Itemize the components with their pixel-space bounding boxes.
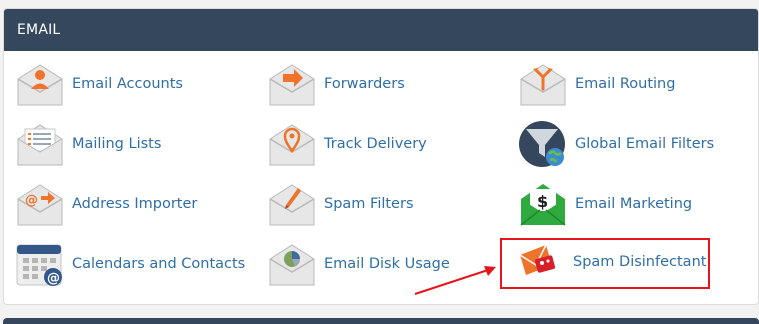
forwarders-item[interactable]: Forwarders	[267, 58, 405, 110]
red-arrow-annotation	[414, 266, 496, 295]
email-marketing-icon: $	[520, 184, 566, 226]
calendars-contacts-icon: @	[16, 244, 62, 286]
email-accounts-label[interactable]: Email Accounts	[72, 76, 183, 92]
calendars-contacts-label[interactable]: Calendars and Contacts	[72, 256, 245, 272]
mailing-lists-icon	[17, 124, 63, 166]
svg-text:@: @	[47, 271, 60, 286]
next-panel-header	[3, 318, 759, 324]
email-accounts-item[interactable]: Email Accounts	[15, 58, 183, 110]
spam-filters-label[interactable]: Spam Filters	[324, 196, 414, 212]
address-importer-item[interactable]: @ Address Importer	[15, 178, 197, 230]
email-marketing-label[interactable]: Email Marketing	[575, 196, 692, 212]
global-email-filters-icon	[519, 121, 565, 167]
email-marketing-item[interactable]: $ Email Marketing	[518, 178, 692, 230]
spam-filters-icon	[269, 184, 315, 226]
forwarders-label[interactable]: Forwarders	[324, 76, 405, 92]
global-email-filters-item[interactable]: Global Email Filters	[518, 118, 714, 170]
address-importer-icon: @	[17, 184, 63, 226]
global-email-filters-label[interactable]: Global Email Filters	[575, 136, 714, 152]
track-delivery-item[interactable]: Track Delivery	[267, 118, 427, 170]
mailing-lists-item[interactable]: Mailing Lists	[15, 118, 161, 170]
email-disk-usage-icon	[269, 244, 315, 286]
svg-text:$: $	[537, 192, 548, 211]
track-delivery-label[interactable]: Track Delivery	[324, 136, 427, 152]
svg-text:@: @	[25, 193, 38, 208]
panel-title: EMAIL	[4, 9, 758, 51]
highlight-box	[500, 238, 710, 289]
email-routing-icon	[520, 64, 566, 106]
email-routing-item[interactable]: Email Routing	[518, 58, 675, 110]
address-importer-label[interactable]: Address Importer	[72, 196, 197, 212]
email-accounts-icon	[17, 64, 63, 106]
forwarders-icon	[269, 64, 315, 106]
calendars-contacts-item[interactable]: @ Calendars and Contacts	[15, 238, 245, 290]
mailing-lists-label[interactable]: Mailing Lists	[72, 136, 161, 152]
email-routing-label[interactable]: Email Routing	[575, 76, 675, 92]
track-delivery-icon	[269, 124, 315, 166]
spam-filters-item[interactable]: Spam Filters	[267, 178, 414, 230]
